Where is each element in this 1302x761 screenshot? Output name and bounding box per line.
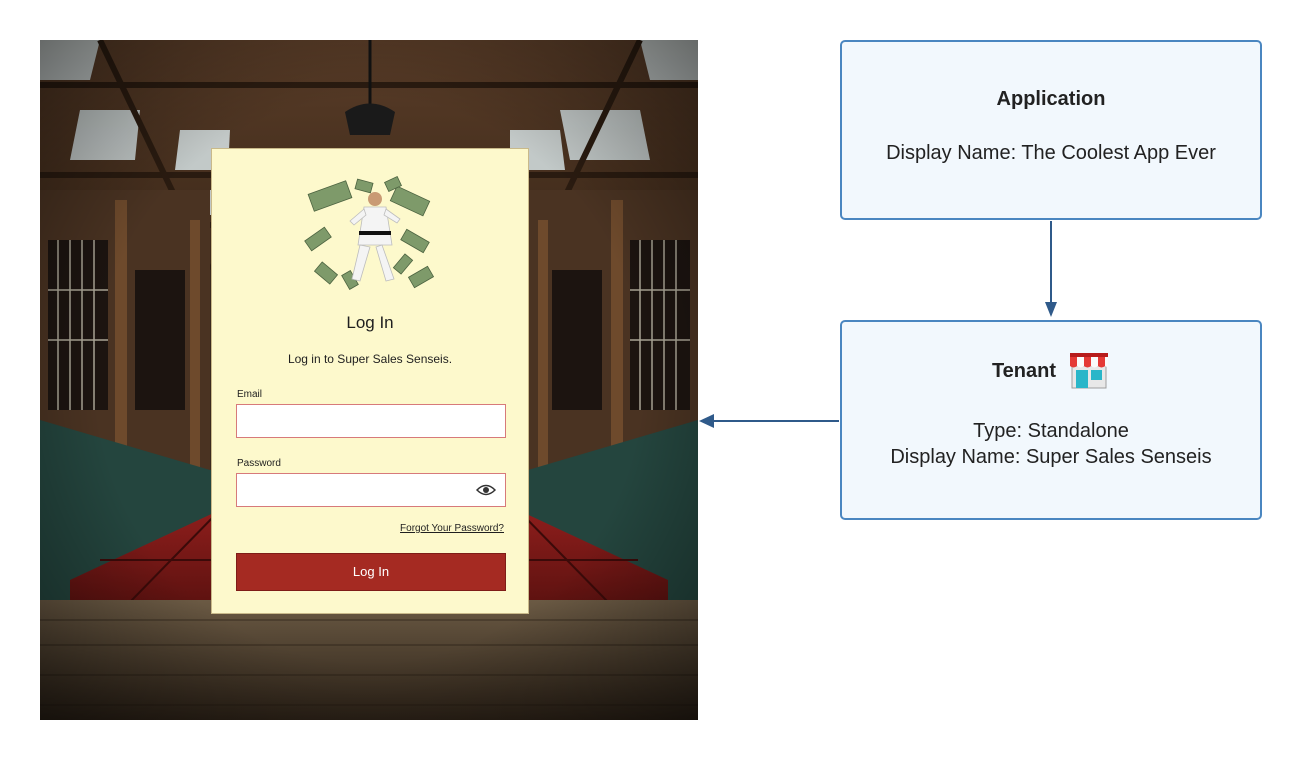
login-title: Log In bbox=[346, 313, 394, 332]
password-label: Password bbox=[237, 458, 281, 469]
karate-money-illustration bbox=[304, 175, 435, 290]
login-button[interactable]: Log In bbox=[236, 553, 506, 591]
diagram-canvas: Log In Log in to Super Sales Senseis. Em… bbox=[0, 0, 1302, 761]
password-field[interactable] bbox=[236, 473, 506, 507]
application-title: Application bbox=[996, 88, 1106, 110]
arrowhead-left-icon bbox=[699, 414, 714, 428]
connector-tenant-to-login bbox=[699, 414, 839, 428]
connector-application-to-tenant bbox=[1045, 221, 1057, 317]
forgot-password-link[interactable]: Forgot Your Password? bbox=[400, 523, 504, 534]
application-display-name: Display Name: The Coolest App Ever bbox=[886, 142, 1216, 164]
tenant-box: Tenant Type: Standalone Display Name: Su… bbox=[840, 320, 1262, 520]
email-label: Email bbox=[237, 389, 263, 400]
login-screenshot: Log In Log in to Super Sales Senseis. Em… bbox=[40, 40, 698, 720]
arrowhead-down-icon bbox=[1045, 302, 1057, 317]
tenant-title: Tenant bbox=[991, 359, 1057, 382]
login-subtitle: Log in to Super Sales Senseis. bbox=[287, 352, 453, 366]
tenant-display-name: Display Name: Super Sales Senseis bbox=[890, 446, 1212, 468]
email-field[interactable] bbox=[236, 404, 506, 438]
application-box: Application Display Name: The Coolest Ap… bbox=[840, 40, 1262, 220]
eye-icon[interactable] bbox=[476, 483, 496, 497]
store-icon bbox=[1070, 353, 1109, 389]
tenant-type: Type: Standalone bbox=[973, 420, 1129, 442]
login-card: Log In Log in to Super Sales Senseis. Em… bbox=[211, 148, 529, 614]
